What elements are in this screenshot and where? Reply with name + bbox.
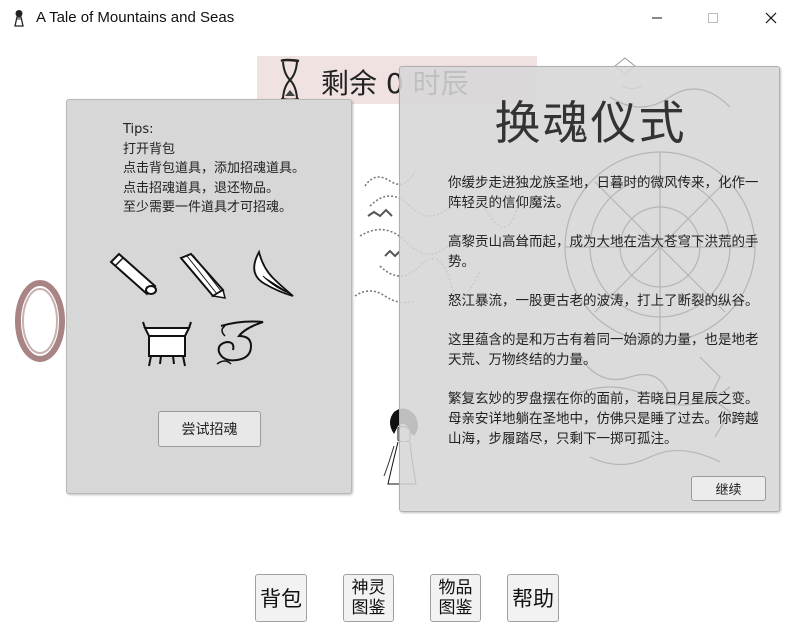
tips-panel: Tips: 打开背包 点击背包道具，添加招魂道具。 点击招魂道具，退还物品。 至… — [66, 99, 352, 494]
close-button[interactable] — [748, 0, 794, 36]
gods-codex-line1: 神灵 — [351, 578, 386, 598]
story-paragraph: 繁复玄妙的罗盘摆在你的面前，若晓日月星辰之变。母亲安详地躺在圣地中，仿佛只是睡了… — [448, 391, 759, 447]
items-codex-line2: 图鉴 — [438, 598, 473, 618]
bag-button-label: 背包 — [260, 587, 302, 611]
gods-codex-line2: 图鉴 — [351, 598, 386, 618]
maximize-button[interactable] — [690, 0, 736, 36]
ritual-title: 换魂仪式 — [494, 96, 687, 150]
close-icon — [765, 12, 777, 24]
portal-ring[interactable] — [14, 278, 68, 364]
bronze-cauldron-item[interactable] — [141, 318, 193, 370]
tips-heading: Tips: — [123, 122, 154, 137]
ritual-panel: 换魂仪式 你缓步走进独龙族圣地，日暮时的微风传来，化作一阵轻灵的信仰魔法。 高黎… — [399, 66, 780, 512]
window-title: A Tale of Mountains and Seas — [36, 9, 235, 26]
app-icon — [14, 10, 24, 27]
title-bar: A Tale of Mountains and Seas — [0, 0, 802, 36]
tips-text: Tips: 打开背包 点击背包道具，添加招魂道具。 点击招魂道具，退还物品。 至… — [123, 120, 305, 218]
minimize-button[interactable] — [634, 0, 680, 36]
help-button-label: 帮助 — [512, 587, 554, 611]
bound-scroll-item[interactable] — [177, 250, 229, 302]
ritual-story: 你缓步走进独龙族圣地，日暮时的微风传来，化作一阵轻灵的信仰魔法。 高黎贡山高耸而… — [448, 173, 766, 468]
gods-codex-button[interactable]: 神灵 图鉴 — [343, 574, 394, 622]
try-summon-button[interactable]: 尝试招魂 — [158, 411, 261, 447]
items-codex-label: 物品 图鉴 — [439, 578, 473, 618]
items-codex-line1: 物品 — [438, 578, 473, 598]
tips-line: 打开背包 — [123, 141, 176, 157]
bag-button[interactable]: 背包 — [255, 574, 307, 622]
story-paragraph: 高黎贡山高耸而起，成为大地在浩大苍穹下洪荒的手势。 — [448, 234, 759, 270]
tips-line: 点击背包道具，添加招魂道具。 — [123, 161, 306, 176]
story-paragraph: 你缓步走进独龙族圣地，日暮时的微风传来，化作一阵轻灵的信仰魔法。 — [448, 175, 759, 211]
maximize-icon — [708, 13, 718, 23]
cloud-swirl-item[interactable] — [211, 318, 267, 370]
tips-line: 点击招魂道具，退还物品。 — [123, 180, 280, 196]
gods-codex-label: 神灵 图鉴 — [352, 578, 386, 618]
story-paragraph: 怒江暴流，一股更古老的波涛，打上了断裂的纵谷。 — [448, 293, 759, 309]
game-canvas: 剩余 0 时辰 Tips: 打开背包 点击背包道具，添加招魂道具。 点击招魂道具… — [0, 36, 802, 639]
minimize-icon — [652, 17, 662, 19]
feather-blade-item[interactable] — [245, 248, 297, 302]
story-paragraph: 这里蕴含的是和万古有着同一始源的力量，也是地老天荒、万物终结的力量。 — [448, 332, 759, 368]
continue-button[interactable]: 继续 — [691, 476, 766, 501]
help-button[interactable]: 帮助 — [507, 574, 559, 622]
bamboo-scroll-item[interactable] — [107, 250, 159, 300]
tips-line: 至少需要一件道具才可招魂。 — [123, 200, 293, 215]
items-codex-button[interactable]: 物品 图鉴 — [430, 574, 481, 622]
hourglass-icon — [280, 58, 300, 102]
